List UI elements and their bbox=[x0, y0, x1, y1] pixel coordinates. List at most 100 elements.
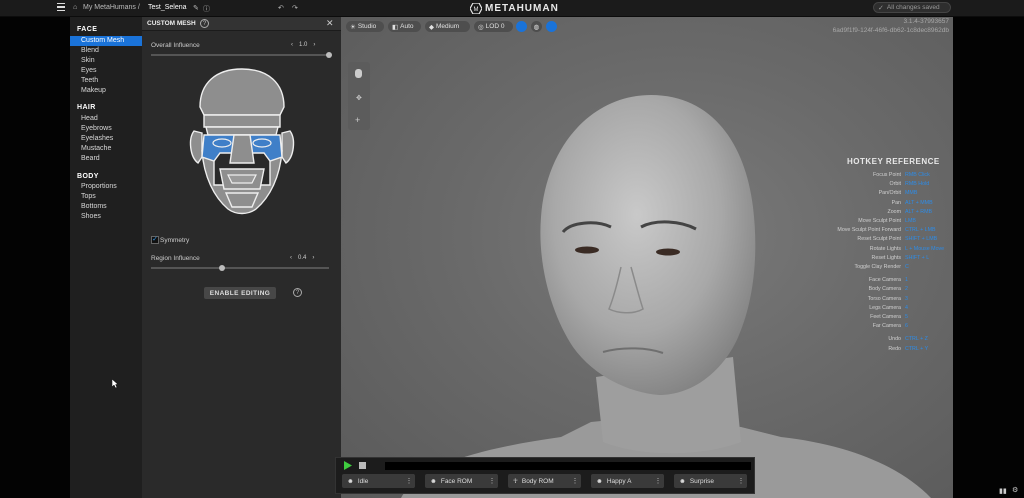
chin-region bbox=[224, 192, 260, 208]
play-icon[interactable] bbox=[343, 461, 352, 470]
decrease-icon[interactable]: ‹ bbox=[291, 42, 293, 48]
lod-chip[interactable]: ◎ LOD 0 bbox=[474, 21, 513, 32]
sidebar-item-eyelashes[interactable]: Eyelashes bbox=[81, 135, 113, 142]
custom-mesh-panel: CUSTOM MESH ? ✕ Overall Influence ‹ 1.0 … bbox=[142, 17, 341, 498]
face-icon: ☻ bbox=[430, 477, 437, 485]
decrease-icon[interactable]: ‹ bbox=[290, 255, 292, 261]
hotkey-action: Pan/Orbit bbox=[878, 190, 901, 197]
undo-icon[interactable]: ↶ bbox=[278, 4, 284, 12]
overall-influence-label: Overall Influence bbox=[151, 42, 200, 49]
sculpt-toggle-icon[interactable] bbox=[516, 21, 527, 32]
info-icon[interactable]: ⓘ bbox=[203, 4, 210, 14]
chip-label-medium: Medium bbox=[436, 23, 460, 30]
anim-surprise-more-icon[interactable]: ⋮ bbox=[736, 474, 746, 488]
hotkey-key: SHIFT + L bbox=[905, 254, 930, 261]
left-eye-region bbox=[212, 138, 232, 148]
sidebar-item-custom-mesh[interactable]: Custom Mesh bbox=[81, 37, 124, 44]
hotkey-action: Toggle Clay Render bbox=[854, 264, 901, 270]
region-influence-slider-handle[interactable] bbox=[219, 265, 226, 271]
panel-help-icon[interactable]: ? bbox=[200, 19, 209, 28]
redo-icon[interactable]: ↷ bbox=[292, 4, 298, 12]
home-icon[interactable]: ⌂ bbox=[73, 4, 77, 11]
region-influence-value: 0.4 bbox=[298, 255, 307, 261]
sidebar-item-bottoms[interactable]: Bottoms bbox=[81, 203, 107, 210]
sidebar-item-makeup[interactable]: Makeup bbox=[81, 87, 106, 94]
nose-region bbox=[229, 134, 255, 164]
move-icon[interactable]: ✥ bbox=[356, 94, 362, 102]
3d-viewport[interactable]: ☀ Studio ◧ Auto ◆ Medium ◎ LOD 0 ◍ 3.1.4-379… bbox=[341, 17, 953, 498]
region-influence-stepper[interactable]: ‹ 0.4 › bbox=[290, 255, 314, 261]
camera-auto-chip[interactable]: ◧ Auto bbox=[388, 21, 421, 32]
anim-idle-more-icon[interactable]: ⋮ bbox=[404, 474, 414, 488]
hotkey-action: Pan bbox=[891, 199, 901, 206]
timeline-scrubber[interactable] bbox=[385, 462, 751, 470]
lightbulb-icon: ☀ bbox=[350, 23, 356, 31]
overall-influence-slider-handle[interactable] bbox=[326, 52, 332, 58]
left-ear-region bbox=[189, 130, 203, 165]
hamburger-menu-icon[interactable] bbox=[57, 3, 65, 12]
anim-idle-label: Idle bbox=[357, 477, 369, 485]
hotkey-action: Face Camera bbox=[868, 277, 901, 284]
wireframe-toggle-icon[interactable]: ◍ bbox=[531, 21, 542, 32]
chip-label-auto: Auto bbox=[400, 23, 414, 30]
hotkey-reference-title: HOTKEY REFERENCE bbox=[847, 157, 940, 166]
lighting-studio-chip[interactable]: ☀ Studio bbox=[346, 21, 384, 32]
hotkey-action: Reset Lights bbox=[871, 254, 901, 261]
edit-name-icon[interactable]: ✎ bbox=[193, 4, 199, 12]
hotkey-action: Legs Camera bbox=[869, 304, 901, 311]
sidebar-item-blend[interactable]: Blend bbox=[81, 47, 99, 54]
increase-icon[interactable]: › bbox=[313, 42, 315, 48]
face-region-map[interactable] bbox=[188, 65, 296, 225]
overall-influence-slider[interactable] bbox=[151, 54, 329, 56]
nav-section-hair: HAIR bbox=[77, 104, 96, 111]
stats-icon[interactable]: ▮▮ bbox=[999, 487, 1007, 495]
breadcrumb-root[interactable]: My MetaHumans / bbox=[83, 4, 140, 11]
lod-icon: ◎ bbox=[478, 23, 484, 31]
viewport-tools-panel: ✥ + bbox=[348, 62, 370, 130]
enable-editing-button[interactable]: ENABLE EDITING bbox=[204, 287, 276, 299]
top-bar: ⌂ My MetaHumans / Test_Selena ✎ ⓘ ↶ ↷ M … bbox=[0, 0, 1024, 17]
symmetry-checkbox[interactable]: ✓ bbox=[151, 236, 159, 244]
hotkey-action: Move Sculpt Point bbox=[858, 218, 901, 224]
plus-icon[interactable]: + bbox=[355, 115, 360, 125]
sidebar-item-beard[interactable]: Beard bbox=[81, 155, 100, 162]
hotkey-key: C bbox=[905, 264, 909, 270]
sidebar-item-skin[interactable]: Skin bbox=[81, 57, 95, 64]
sidebar-item-proportions[interactable]: Proportions bbox=[81, 183, 117, 190]
sidebar-item-teeth[interactable]: Teeth bbox=[81, 77, 98, 84]
hotkey-action: Redo bbox=[888, 345, 901, 352]
sidebar-item-eyes[interactable]: Eyes bbox=[81, 67, 97, 74]
enable-help-icon[interactable]: ? bbox=[293, 288, 302, 297]
sidebar-item-mustache[interactable]: Mustache bbox=[81, 145, 111, 152]
sidebar-item-tops[interactable]: Tops bbox=[81, 193, 96, 200]
hotkey-action: Far Camera bbox=[872, 323, 901, 330]
animation-timeline: ☻ Idle ⋮ ☻ Face ROM ⋮ ☥ Body ROM ⋮ ☻ Happy A… bbox=[335, 457, 755, 494]
anim-face-rom-more-icon[interactable]: ⋮ bbox=[487, 474, 497, 488]
right-ear-region bbox=[281, 130, 295, 165]
brand-name: METAHUMAN bbox=[485, 2, 559, 14]
overlay-toggle-icon[interactable] bbox=[546, 21, 557, 32]
settings-icon[interactable]: ⚙ bbox=[1012, 486, 1018, 494]
nav-section-body: BODY bbox=[77, 173, 99, 180]
panel-header: CUSTOM MESH ? ✕ bbox=[142, 17, 341, 31]
panel-title: CUSTOM MESH bbox=[147, 20, 196, 27]
anim-body-rom-more-icon[interactable]: ⋮ bbox=[570, 474, 580, 488]
left-margin bbox=[0, 17, 70, 498]
hotkey-action: Move Sculpt Point Forward bbox=[837, 227, 901, 234]
sidebar-item-shoes[interactable]: Shoes bbox=[81, 213, 101, 220]
region-influence-slider[interactable] bbox=[151, 267, 329, 269]
quality-medium-chip[interactable]: ◆ Medium bbox=[425, 21, 470, 32]
hotkey-action: Orbit bbox=[889, 181, 901, 188]
metahuman-logo: M METAHUMAN bbox=[470, 2, 559, 14]
smile-icon: ☻ bbox=[596, 477, 603, 485]
close-panel-icon[interactable]: ✕ bbox=[326, 18, 334, 29]
mouse-icon[interactable] bbox=[355, 69, 362, 78]
overall-influence-stepper[interactable]: ‹ 1.0 › bbox=[291, 42, 315, 48]
sidebar-item-head[interactable]: Head bbox=[81, 115, 98, 122]
hotkey-key: L + Mouse Move bbox=[905, 245, 945, 252]
stop-icon[interactable] bbox=[359, 462, 366, 469]
hotkey-key: RMB Click bbox=[905, 172, 930, 178]
sidebar-item-eyebrows[interactable]: Eyebrows bbox=[81, 125, 112, 132]
anim-happy-a-more-icon[interactable]: ⋮ bbox=[653, 474, 663, 488]
increase-icon[interactable]: › bbox=[312, 255, 314, 261]
